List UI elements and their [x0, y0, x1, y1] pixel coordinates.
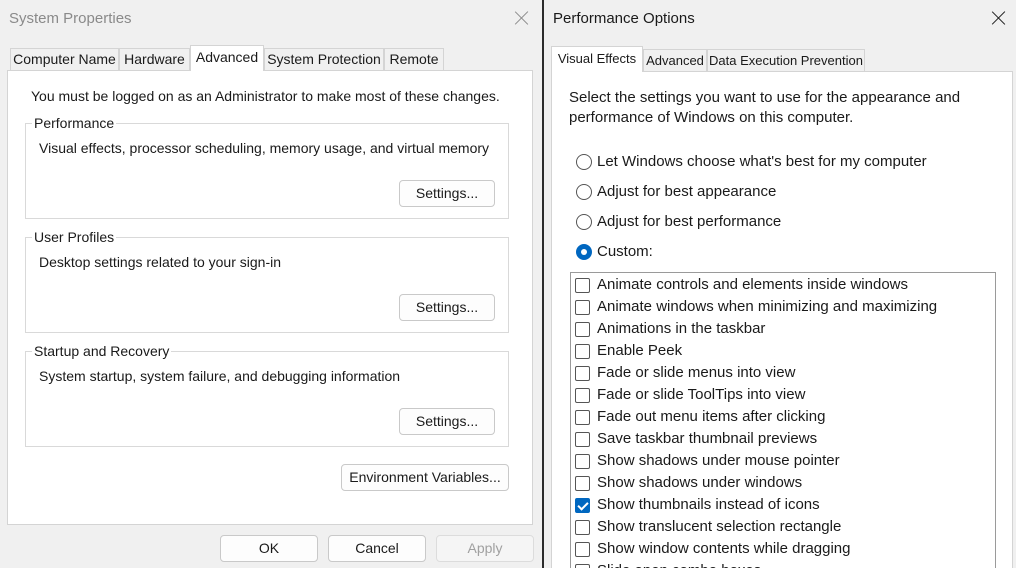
checkbox-icon[interactable]: [575, 564, 590, 568]
effect-label: Save taskbar thumbnail previews: [597, 430, 818, 447]
radio-label: Adjust for best performance: [597, 213, 782, 230]
tab-system-protection[interactable]: System Protection: [264, 48, 384, 70]
checkbox-icon[interactable]: [575, 344, 590, 359]
radio-button-icon[interactable]: [576, 154, 592, 170]
intro-text-line1: Select the settings you want to use for …: [569, 89, 961, 106]
effect-label: Show thumbnails instead of icons: [597, 496, 820, 513]
effect-label: Show shadows under mouse pointer: [597, 452, 840, 469]
checkbox-icon[interactable]: [575, 322, 590, 337]
startup-recovery-group: Startup and Recovery System startup, sys…: [25, 343, 509, 447]
checkbox-icon[interactable]: [575, 410, 590, 425]
cancel-button[interactable]: Cancel: [328, 535, 426, 562]
effect-label: Fade out menu items after clicking: [597, 408, 826, 425]
checkbox-icon[interactable]: [575, 388, 590, 403]
close-icon[interactable]: [989, 8, 1009, 28]
advanced-tab-panel: You must be logged on as an Administrato…: [7, 70, 533, 525]
user-profiles-settings-button[interactable]: Settings...: [399, 294, 495, 321]
close-icon[interactable]: [512, 8, 532, 28]
effect-label: Fade or slide ToolTips into view: [597, 386, 806, 403]
tab-data-execution-prevention[interactable]: Data Execution Prevention: [707, 49, 865, 71]
checkbox-icon[interactable]: [575, 300, 590, 315]
effect-label: Enable Peek: [597, 342, 683, 359]
effect-label: Show shadows under windows: [597, 474, 803, 491]
checkbox-icon[interactable]: [575, 366, 590, 381]
startup-recovery-group-title: Startup and Recovery: [32, 343, 172, 359]
checkbox-checked-icon[interactable]: [575, 498, 590, 513]
title-bar: Performance Options: [544, 0, 1016, 36]
apply-button[interactable]: Apply: [436, 535, 534, 562]
environment-variables-button[interactable]: Environment Variables...: [341, 464, 509, 491]
user-profiles-group-title: User Profiles: [32, 229, 117, 245]
performance-description: Visual effects, processor scheduling, me…: [39, 140, 490, 156]
effect-label: Animations in the taskbar: [597, 320, 766, 337]
effect-label: Fade or slide menus into view: [597, 364, 796, 381]
tab-advanced[interactable]: Advanced: [643, 49, 707, 71]
ok-button[interactable]: OK: [220, 535, 318, 562]
tab-remote[interactable]: Remote: [384, 48, 444, 70]
tab-visual-effects[interactable]: Visual Effects: [551, 46, 643, 72]
intro-text-line2: performance of Windows on this computer.: [569, 109, 854, 126]
performance-settings-button[interactable]: Settings...: [399, 180, 495, 207]
visual-effects-panel: Select the settings you want to use for …: [551, 71, 1013, 568]
checkbox-icon[interactable]: [575, 542, 590, 557]
tab-computer-name[interactable]: Computer Name: [10, 48, 119, 70]
effect-label: Show translucent selection rectangle: [597, 518, 842, 535]
startup-recovery-description: System startup, system failure, and debu…: [39, 368, 401, 384]
checkbox-icon[interactable]: [575, 476, 590, 491]
system-properties-window: System Properties Computer Name Hardware…: [0, 0, 542, 568]
performance-group: Performance Visual effects, processor sc…: [25, 115, 509, 219]
window-title: Performance Options: [553, 10, 695, 27]
effect-label: Animate controls and elements inside win…: [597, 276, 908, 293]
checkbox-icon[interactable]: [575, 454, 590, 469]
user-profiles-description: Desktop settings related to your sign-in: [39, 254, 282, 270]
visual-effects-list[interactable]: Animate controls and elements inside win…: [570, 272, 996, 568]
startup-recovery-settings-button[interactable]: Settings...: [399, 408, 495, 435]
radio-button-icon[interactable]: [576, 244, 592, 260]
radio-label: Custom:: [597, 243, 653, 260]
user-profiles-group: User Profiles Desktop settings related t…: [25, 229, 509, 333]
performance-options-window: Performance Options Visual Effects Advan…: [544, 0, 1016, 568]
tab-hardware[interactable]: Hardware: [119, 48, 190, 70]
checkbox-icon[interactable]: [575, 520, 590, 535]
effect-label: Show window contents while dragging: [597, 540, 851, 557]
performance-group-title: Performance: [32, 115, 117, 131]
tab-advanced[interactable]: Advanced: [190, 45, 264, 71]
radio-button-icon[interactable]: [576, 184, 592, 200]
effect-label: Slide open combo boxes: [597, 562, 761, 568]
checkbox-icon[interactable]: [575, 278, 590, 293]
window-title: System Properties: [9, 10, 132, 27]
radio-label: Let Windows choose what's best for my co…: [597, 153, 927, 170]
effect-label: Animate windows when minimizing and maxi…: [597, 298, 938, 315]
admin-note: You must be logged on as an Administrato…: [31, 88, 500, 104]
title-bar: System Properties: [0, 0, 542, 36]
radio-button-icon[interactable]: [576, 214, 592, 230]
checkbox-icon[interactable]: [575, 432, 590, 447]
radio-label: Adjust for best appearance: [597, 183, 777, 200]
